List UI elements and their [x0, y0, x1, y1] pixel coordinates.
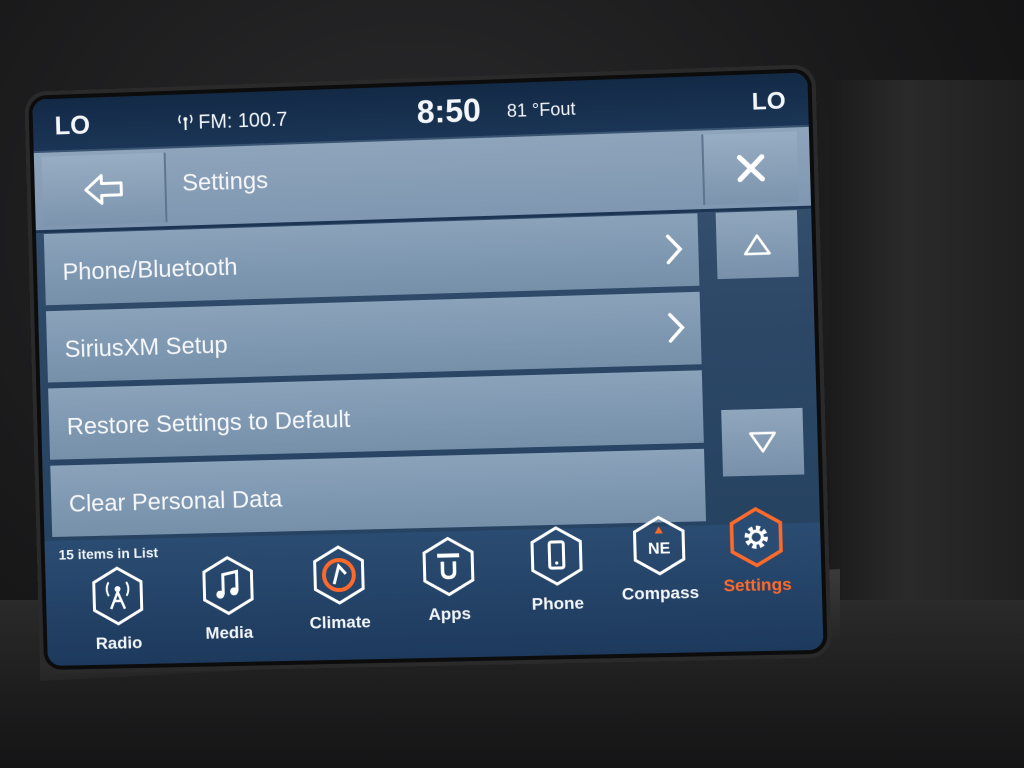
dock-climate-button[interactable]: Climate [293, 543, 385, 634]
close-icon [735, 153, 766, 184]
radio-status[interactable]: FM: 100.7 [176, 109, 288, 136]
radio-tower-icon [86, 565, 149, 628]
list-item-label: Phone/Bluetooth [62, 253, 238, 286]
list-item-label: Clear Personal Data [68, 485, 283, 518]
chevron-right-icon [666, 310, 687, 345]
left-climate-temp[interactable]: LO [54, 110, 90, 142]
antenna-icon [176, 113, 194, 131]
apps-icon [422, 536, 474, 596]
compass-heading: NE [648, 540, 671, 558]
radio-station-label: FM: 100.7 [198, 108, 288, 134]
climate-icon [307, 543, 370, 606]
compass-icon: NE [627, 514, 691, 578]
list-item-label: SiriusXM Setup [64, 331, 229, 364]
triangle-down-icon [747, 430, 778, 455]
list-item-clear-personal-data[interactable]: Clear Personal Data [50, 448, 707, 538]
dock-label: Climate [309, 612, 372, 633]
page-title: Settings [181, 167, 269, 197]
outside-temperature: 81 °Fout [506, 98, 576, 122]
close-button[interactable] [701, 131, 799, 206]
dock-label: Phone [531, 593, 585, 614]
dashboard-bezel-right [830, 80, 1024, 640]
dock-apps-button[interactable]: Apps [403, 534, 496, 625]
phone-icon [525, 524, 589, 588]
bottom-dock: 15 items in List Radio Media Climate App… [44, 523, 824, 666]
list-count: 15 items in List [58, 544, 159, 563]
list-item-siriusxm-setup[interactable]: SiriusXM Setup [45, 291, 702, 383]
music-note-icon [196, 554, 259, 617]
dock-label: Apps [428, 604, 472, 624]
scroll-down-button[interactable] [721, 407, 805, 477]
dock-label: Radio [95, 633, 143, 654]
back-button[interactable] [41, 152, 168, 227]
settings-list: Phone/Bluetooth SiriusXM Setup Restore S… [43, 213, 707, 543]
back-arrow-icon [81, 172, 125, 207]
triangle-up-icon [742, 232, 773, 257]
list-item-restore-defaults[interactable]: Restore Settings to Default [48, 370, 704, 460]
dock-media-button[interactable]: Media [183, 554, 274, 645]
dock-settings-button[interactable]: Settings [710, 505, 804, 597]
infotainment-screen: LO FM: 100.7 8:50 81 °Fout LO Settings P… [32, 72, 824, 666]
right-climate-temp[interactable]: LO [751, 87, 786, 116]
gear-icon [724, 505, 789, 569]
dock-phone-button[interactable]: Phone [510, 524, 603, 615]
list-item-label: Restore Settings to Default [66, 406, 351, 441]
chevron-right-icon [663, 232, 684, 267]
dock-label: Settings [723, 574, 792, 596]
dock-label: Media [205, 622, 254, 643]
dock-radio-button[interactable]: Radio [73, 564, 164, 654]
clock: 8:50 [416, 91, 482, 131]
scroll-up-button[interactable] [715, 210, 799, 280]
dock-compass-button[interactable]: NE Compass [613, 513, 706, 605]
dock-label: Compass [621, 582, 700, 604]
